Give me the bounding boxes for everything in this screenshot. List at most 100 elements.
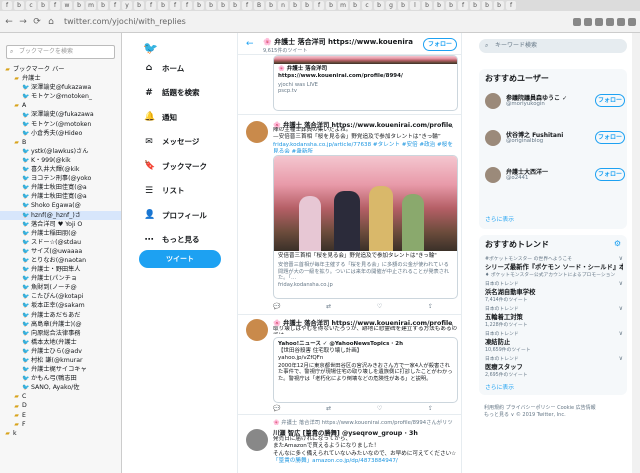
nav-item-bell[interactable]: 🔔 通知 [144,110,177,124]
browser-tab[interactable]: m [86,1,96,10]
nav-item-more[interactable]: ⋯ もっと見る [144,233,200,247]
chevron-down-icon[interactable]: ∨ [619,255,623,262]
bookmark-item[interactable]: 🐦 SANO, Ayako/佐 [0,383,121,392]
bookmark-item[interactable]: 🐦 Shoko Egawa(@ [0,201,121,210]
avatar[interactable] [485,130,501,146]
bookmark-item[interactable]: 🐦 こたぴん(@kotapi [0,292,121,301]
recommended-user[interactable]: 弁護士大西洋一 @o2441 フォロー [485,165,625,187]
recommended-user[interactable]: 伏谷博之 Fushitani @originalblog フォロー [485,128,625,150]
footer-line[interactable]: もっと見る ∨ © 2019 Twitter, Inc. [484,412,634,419]
browser-tab[interactable]: b [266,1,276,10]
show-more-link[interactable]: さらに表示 [485,214,514,223]
browser-tab[interactable]: f [146,1,156,10]
browser-tab[interactable]: f [506,1,516,10]
trend-item[interactable]: 日本のトレンド 医療スタッフ 2,695件のツイート ∨ [485,355,623,378]
bookmark-item[interactable]: 🐦 向原総合法律事務 [0,329,121,338]
bookmark-item[interactable]: 🐦 とりなお(@naotan [0,256,121,265]
trend-item[interactable]: #ポケットモンスター の世界へようこそ シリーズ最新作『ポケモン ソード・シールド… [485,255,623,278]
bookmark-item[interactable]: 🐦 高島章(弁護士)(@ [0,320,121,329]
retweet-icon[interactable]: ⇄ [326,405,331,412]
browser-tab[interactable]: f [314,1,324,10]
bookmark-item[interactable]: 🐦 魚財到(ノーチ@ [0,283,121,292]
tweet-link[interactable]: 「篁貴の勝舞」amazon.co.jp/dp/4873884947/ [273,458,458,465]
footer-links[interactable]: 利用規約 プライバシーポリシー Cookie 広告情報 もっと見る ∨ © 20… [484,405,634,419]
browser-tab[interactable]: b [434,1,444,10]
browser-tab[interactable]: b [218,1,228,10]
tweet[interactable]: 🌸 弁護士 落合洋司 https://www.kouenirai.com/pro… [238,315,461,415]
nav-item-home[interactable]: ⌂ ホーム [144,61,185,75]
tweet[interactable]: 🌸 弁護士 落合洋司 https://www.kouenirai.com/pro… [238,55,461,115]
page-scrollbar[interactable] [632,33,640,473]
link-card[interactable]: 🌸 弁護士 落合洋司 https://www.kouenirai.com/pro… [273,55,458,111]
chevron-down-icon[interactable]: ∨ [619,280,623,287]
bookmark-item[interactable]: 🐦 落合洋司 ♥ Yoji O [0,220,121,229]
bookmark-item[interactable]: ▰ B [0,138,121,147]
bookmark-item[interactable]: 🐦 サイズ(@uwaaaa [0,247,121,256]
footer-line[interactable]: 利用規約 プライバシーポリシー Cookie 広告情報 [484,405,634,412]
trend-item[interactable]: 日本のトレンド 浜名湖自動車学校 7,414件のツイート ∨ [485,280,623,303]
forward-arrow-icon[interactable]: → [18,17,28,27]
nav-item-list[interactable]: ☰ リスト [144,184,185,198]
recommended-user[interactable]: 参議院議員森ゆうこ ✓ @moriyukogin フォロー [485,91,625,113]
nav-item-bookmark[interactable]: 🔖 ブックマーク [144,159,207,173]
link-card[interactable]: 安倍晋三首相「桜を見る会」野党追及で参加タレントは"きっ輪" 安倍晋三首相が毎年… [273,155,458,299]
show-more-trends-link[interactable]: さらに表示 [485,382,514,391]
bookmark-item[interactable]: 🐦 かもん弓(鴨志田 [0,374,121,383]
browser-tab[interactable]: B [254,1,264,10]
bookmark-item[interactable]: 🐦 K・999(@kik [0,156,121,165]
quoted-tweet[interactable]: Yahoo!ニュース ✓ @YahooNewsTopics · 2h 【世田谷殺… [273,337,458,403]
browser-tab[interactable]: f [50,1,60,10]
browser-tab[interactable]: b [446,1,456,10]
browser-tab[interactable]: m [338,1,348,10]
settings-gear-icon[interactable]: ⚙ [614,239,621,248]
bookmark-item[interactable]: 🐦 弁護士梶サイコキャ [0,365,121,374]
browser-tab[interactable]: f [182,1,192,10]
like-icon[interactable]: ♡ [377,405,382,412]
bookmark-item[interactable]: ▰ ブックマーク バー [0,65,121,74]
bookmark-item[interactable]: 🐦 坂本正幸(@sakam [0,301,121,310]
bookmark-item[interactable]: 🐦 深澤諭史@fukazawa [0,83,121,92]
browser-tab[interactable]: y [122,1,132,10]
chevron-down-icon[interactable]: ∨ [619,355,623,362]
bookmark-item[interactable]: 🐦 ヨコテン刑事(@yoko [0,174,121,183]
nav-item-person[interactable]: 👤 プロフィール [144,208,207,222]
browser-tab[interactable]: b [74,1,84,10]
bookmark-item[interactable]: ▰ E [0,411,121,420]
browser-tab[interactable]: b [494,1,504,10]
follow-button[interactable]: フォロー [595,131,625,144]
browser-tab[interactable]: b [98,1,108,10]
browser-tab[interactable]: c [26,1,36,10]
avatar[interactable] [246,319,268,341]
browser-tab[interactable]: f [242,1,252,10]
address-bar[interactable]: twitter.com/yjochi/with_replies [60,15,420,29]
browser-tab[interactable]: b [482,1,492,10]
reply-icon[interactable]: 💬 [273,303,280,310]
bookmark-item[interactable]: 🐦 橋本太地(弁護士 [0,338,121,347]
twitter-logo-icon[interactable]: 🐦 [143,41,158,55]
back-arrow-icon[interactable]: ← [4,17,14,27]
browser-tab[interactable]: b [290,1,300,10]
browser-tab[interactable]: b [134,1,144,10]
browser-tab[interactable]: b [422,1,432,10]
browser-tab[interactable]: w [62,1,72,10]
browser-tab[interactable]: b [326,1,336,10]
browser-tab[interactable]: b [194,1,204,10]
browser-tab[interactable]: f [110,1,120,10]
follow-button[interactable]: フォロー [595,168,625,181]
tweet[interactable]: 🌸 弁護士 落合洋司 https://www.kouenirai.com/pro… [238,115,461,315]
reply-icon[interactable]: 💬 [273,405,280,412]
nav-item-mail[interactable]: ✉ メッセージ [144,135,199,149]
bookmark-item[interactable]: 🐦 弁護士・野田隼人 [0,265,121,274]
follow-button[interactable]: フォロー [595,94,625,107]
bookmark-item[interactable]: 🐦 スドー☆(@stdau [0,238,121,247]
tweet-link[interactable]: friday.kodansha.co.jp/article/77638 #タレン… [273,142,458,153]
browser-tab[interactable]: f [2,1,12,10]
trend-item[interactable]: 日本のトレンド 五輪着工対策 1,228件のツイート ∨ [485,305,623,328]
browser-tab[interactable]: c [362,1,372,10]
share-icon[interactable]: ⇪ [428,405,433,412]
browser-tab[interactable]: b [350,1,360,10]
chevron-down-icon[interactable]: ∨ [619,305,623,312]
bookmark-item[interactable]: 🐦 モトケン@motoken_ [0,92,121,101]
bookmark-item[interactable]: 🐦 弁護士ひら(@adv [0,347,121,356]
bookmark-item[interactable]: 🐦 弁護士秋田佳寛(@a [0,183,121,192]
